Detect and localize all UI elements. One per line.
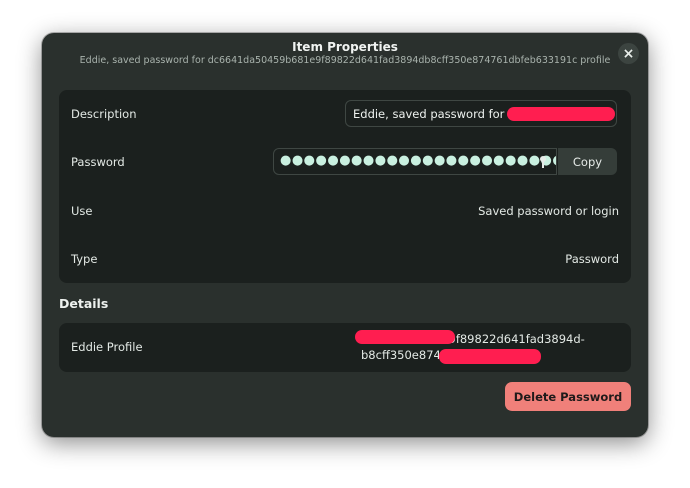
password-field[interactable]: ●●●●●●●●●●●●●●●●●●●●●●●● bbox=[273, 148, 557, 175]
close-button[interactable]: × bbox=[618, 43, 639, 64]
dialog-subtitle: Eddie, saved password for dc6641da50459b… bbox=[79, 55, 611, 66]
type-value: Password bbox=[565, 252, 619, 266]
redaction-mark bbox=[355, 330, 455, 344]
details-heading: Details bbox=[59, 296, 109, 311]
description-field[interactable]: Eddie, saved password for bbox=[345, 100, 617, 127]
password-label: Password bbox=[71, 155, 125, 169]
type-row: Type Password bbox=[59, 235, 631, 283]
copy-button[interactable]: Copy bbox=[558, 148, 617, 175]
use-label: Use bbox=[71, 204, 93, 218]
profile-label: Eddie Profile bbox=[71, 340, 143, 354]
redaction-mark bbox=[507, 107, 615, 121]
delete-password-button[interactable]: Delete Password bbox=[505, 382, 631, 411]
details-card: Eddie Profile b681e9f89822d641fad3894d- … bbox=[59, 323, 631, 372]
type-label: Type bbox=[71, 252, 98, 266]
profile-value-line2: b8cff350e874 bbox=[361, 348, 441, 362]
close-icon: × bbox=[622, 45, 635, 62]
description-row: Description Eddie, saved password for bbox=[59, 90, 631, 138]
dialog-title: Item Properties bbox=[292, 40, 398, 54]
use-value: Saved password or login bbox=[478, 204, 619, 218]
key-icon[interactable] bbox=[538, 155, 548, 169]
item-properties-dialog: Item Properties Eddie, saved password fo… bbox=[42, 33, 648, 437]
redaction-mark bbox=[439, 349, 541, 364]
properties-card: Description Eddie, saved password for Pa… bbox=[59, 90, 631, 283]
description-value: Eddie, saved password for bbox=[353, 107, 505, 121]
password-value: ●●●●●●●●●●●●●●●●●●●●●●●● bbox=[280, 153, 557, 168]
password-row: Password ●●●●●●●●●●●●●●●●●●●●●●●● Copy bbox=[59, 138, 631, 186]
use-row: Use Saved password or login bbox=[59, 187, 631, 235]
description-label: Description bbox=[71, 107, 137, 121]
